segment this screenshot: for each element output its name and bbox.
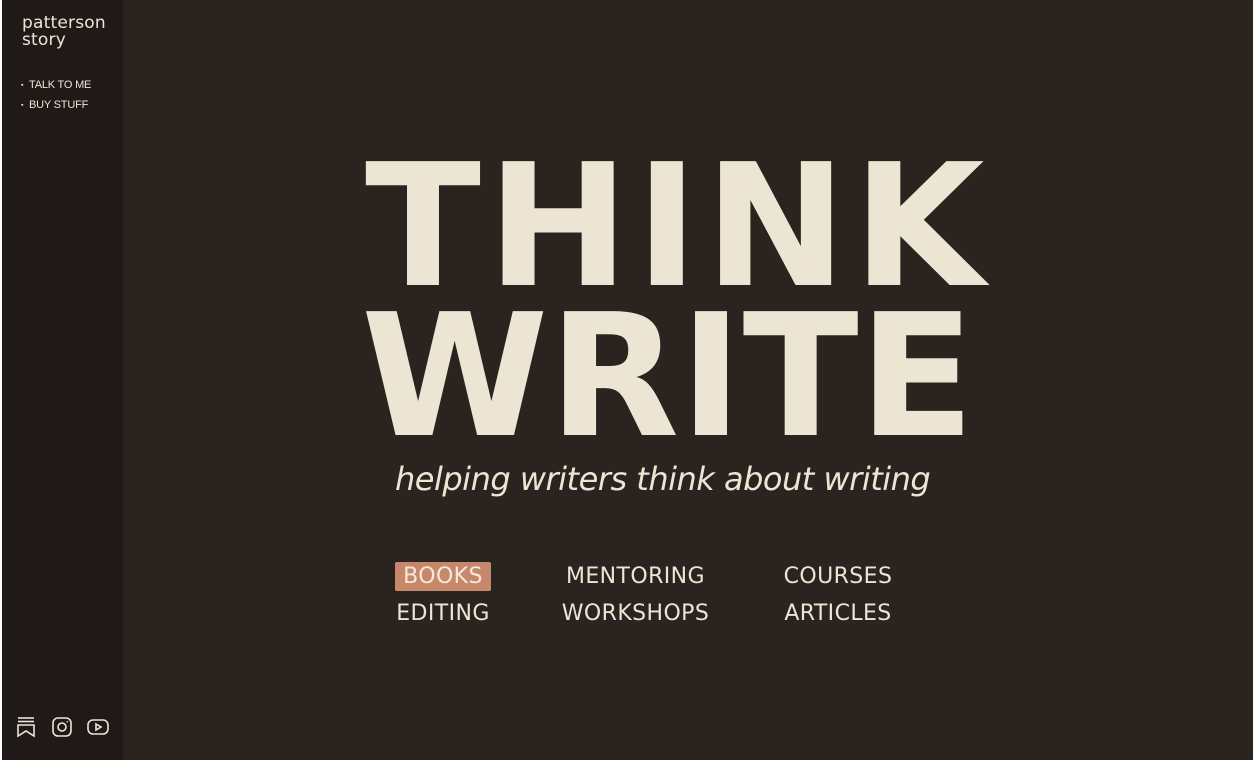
sidebar-item-label: TALK TO ME — [29, 79, 92, 91]
menu-item-workshops[interactable]: WORKSHOPS — [554, 599, 717, 628]
main-menu: BOOKS MENTORING COURSES EDITING WORKSHOP… — [373, 562, 993, 628]
tagline: helping writers think about writing — [395, 460, 931, 498]
instagram-icon[interactable] — [50, 715, 74, 739]
social-links — [14, 715, 110, 739]
hero-headline: THINK WRITE — [361, 142, 985, 462]
youtube-icon[interactable] — [86, 715, 110, 739]
bookmark-stack-icon[interactable] — [14, 715, 38, 739]
menu-item-mentoring[interactable]: MENTORING — [558, 562, 713, 591]
sidebar-item-talk-to-me[interactable]: ▪ TALK TO ME — [21, 75, 91, 95]
headline-line-2: WRITE — [361, 278, 975, 476]
bullet-icon: ▪ — [21, 101, 24, 109]
site-logo[interactable]: patterson story — [22, 15, 106, 49]
bullet-icon: ▪ — [21, 81, 24, 89]
hero: THINK WRITE helping writers think about … — [123, 0, 1253, 760]
sidebar-nav: ▪ TALK TO ME ▪ BUY STUFF — [21, 75, 91, 115]
sidebar: patterson story ▪ TALK TO ME ▪ BUY STUFF — [2, 0, 123, 760]
menu-item-courses[interactable]: COURSES — [776, 562, 901, 591]
menu-item-editing[interactable]: EDITING — [388, 599, 498, 628]
sidebar-item-buy-stuff[interactable]: ▪ BUY STUFF — [21, 95, 91, 115]
menu-item-books[interactable]: BOOKS — [395, 562, 491, 591]
logo-line-2: story — [22, 30, 66, 50]
menu-item-articles[interactable]: ARTICLES — [776, 599, 899, 628]
sidebar-item-label: BUY STUFF — [29, 99, 89, 111]
